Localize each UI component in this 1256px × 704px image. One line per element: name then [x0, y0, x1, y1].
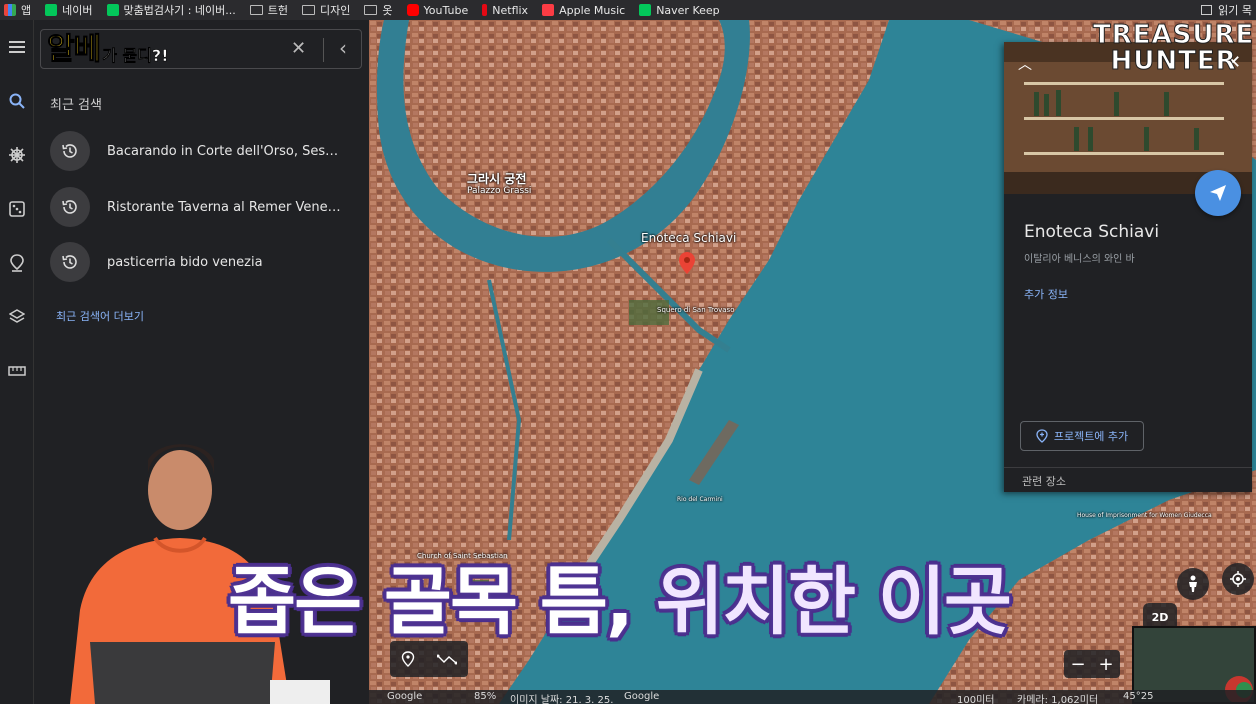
folder-icon: [364, 5, 378, 15]
map-label-palazzo-en: Palazzo Grassi: [467, 186, 532, 196]
bookmark-apple-music[interactable]: Apple Music: [542, 4, 625, 17]
status-attribution: Google: [624, 691, 660, 702]
voyager-icon[interactable]: [0, 140, 34, 170]
bookmark-folder-clothes[interactable]: 옷: [364, 2, 393, 18]
watermark-line1: TREASURE: [1092, 20, 1255, 50]
directions-button[interactable]: [1195, 170, 1241, 216]
zoom-control: − +: [1064, 650, 1120, 678]
street-view-pegman-icon[interactable]: [1177, 568, 1209, 600]
recent-search-item[interactable]: Bacarando in Corte dell'Orso, Sestier...: [50, 130, 360, 172]
screen: 앱 네이버 맞춤법검사기 : 네이버... 트헌 디자인 옷 YouTube N…: [0, 0, 1256, 704]
search-icon[interactable]: [0, 86, 34, 116]
chevron-up-icon[interactable]: ︿: [1018, 54, 1032, 74]
video-subtitle: 좁은 골목 틈, 위치한 이곳: [228, 559, 1012, 645]
bookmark-naver-keep[interactable]: Naver Keep: [639, 4, 720, 17]
bookmark-youtube[interactable]: YouTube: [406, 4, 468, 17]
status-imagery-date: 이미지 날짜: 21. 3. 25.: [510, 695, 614, 704]
status-scale: 100미터: [957, 695, 995, 704]
history-icon: [50, 242, 90, 282]
apps-grid-icon: [4, 4, 16, 16]
map-label-squero: Squero di San Trovaso: [657, 306, 735, 314]
add-to-project-button[interactable]: 프로젝트에 추가: [1020, 421, 1144, 451]
more-recent-searches-link[interactable]: 최근 검색어 더보기: [56, 308, 144, 324]
projects-icon[interactable]: [0, 248, 34, 278]
recent-search-label: Bacarando in Corte dell'Orso, Sestier...: [107, 143, 342, 159]
naver-icon: [106, 4, 119, 16]
bookmarks-bar: 앱 네이버 맞춤법검사기 : 네이버... 트헌 디자인 옷 YouTube N…: [0, 0, 1256, 20]
naver-icon: [45, 4, 58, 16]
bookmark-apps[interactable]: 앱: [4, 2, 31, 18]
layers-icon[interactable]: [0, 302, 34, 332]
zoom-in-button[interactable]: +: [1098, 654, 1113, 675]
subtitle-part1: 좁은 골목 틈,: [228, 559, 656, 645]
bookmark-netflix[interactable]: Netflix: [482, 4, 528, 17]
menu-icon[interactable]: [0, 32, 34, 62]
logo-sub-text: 가 묻디?!: [102, 46, 169, 65]
map-label-house: House of Imprisonment for Women Giudecca: [1077, 512, 1212, 519]
map-label-palazzo-ko: 그라시 궁전: [467, 172, 527, 186]
recent-search-item[interactable]: pasticerria bido venezia: [50, 241, 360, 283]
divider: [323, 38, 324, 62]
apple-music-icon: [542, 4, 555, 16]
recent-search-label: pasticerria bido venezia: [107, 254, 263, 270]
zoom-out-button[interactable]: −: [1070, 654, 1085, 675]
clear-search-icon[interactable]: ✕: [291, 38, 306, 59]
bookmark-spellcheck[interactable]: 맞춤법검사기 : 네이버...: [106, 2, 236, 18]
youtube-icon: [406, 4, 419, 16]
history-icon: [50, 187, 90, 227]
subtitle-part2: 위치한 이곳: [655, 559, 1012, 645]
logo-main-text: 알베: [46, 32, 101, 67]
related-places[interactable]: 관련 장소: [1004, 467, 1252, 492]
map-status-bar: Google 85% 이미지 날짜: 21. 3. 25. Google 100…: [369, 690, 1256, 704]
bookmark-folder-treasure[interactable]: 트헌: [249, 2, 288, 18]
search-box[interactable]: 알베 가 묻디?! ✕ ‹: [40, 29, 362, 69]
watermark-line2: HUNTER: [1110, 46, 1237, 76]
recent-search-title: 최근 검색: [50, 98, 102, 113]
location-pin-icon[interactable]: [679, 252, 695, 274]
place-subtitle: 이탈리아 베니스의 와인 바: [1024, 254, 1135, 265]
naver-keep-icon: [639, 4, 652, 16]
reading-list[interactable]: 읽기 목: [1201, 0, 1252, 20]
map-label-rio: Rio del Carmini: [677, 496, 723, 503]
add-placemark-icon[interactable]: [401, 651, 415, 667]
my-location-icon[interactable]: [1222, 563, 1254, 595]
map-label-place: Enoteca Schiavi: [641, 231, 737, 245]
add-pin-icon: [1036, 429, 1048, 443]
status-coordinates: 45°25: [1123, 691, 1154, 702]
status-google-logo: Google: [387, 691, 423, 702]
folder-icon: [249, 5, 263, 15]
treasure-hunter-watermark: TREASURE HUNTER: [1092, 20, 1255, 76]
status-camera-altitude: 카메라: 1,062미터: [1017, 695, 1099, 704]
bookmark-naver[interactable]: 네이버: [45, 2, 93, 18]
recent-search-item[interactable]: Ristorante Taverna al Remer Venezia...: [50, 186, 360, 228]
add-to-project-label: 프로젝트에 추가: [1053, 430, 1129, 443]
bookmark-folder-design[interactable]: 디자인: [302, 2, 350, 18]
chevron-left-icon[interactable]: ‹: [339, 36, 347, 60]
channel-logo: 알베 가 묻디?!: [46, 32, 169, 67]
send-icon: [1210, 185, 1226, 201]
draw-path-icon[interactable]: [437, 653, 457, 665]
ruler-icon[interactable]: [0, 356, 34, 386]
more-info-link[interactable]: 추가 정보: [1024, 286, 1068, 302]
netflix-icon: [482, 4, 488, 16]
history-icon: [50, 131, 90, 171]
random-dice-icon[interactable]: [0, 194, 34, 224]
place-card: ︿ ✕ Enoteca Schiavi 이탈리아 베니스의 와인 바 추가 정보…: [1004, 42, 1252, 492]
status-percent: 85%: [474, 691, 497, 702]
recent-search-label: Ristorante Taverna al Remer Venezia...: [107, 199, 342, 215]
reading-list-icon: [1201, 5, 1213, 15]
map-tools: [390, 641, 468, 677]
place-name: Enoteca Schiavi: [1024, 222, 1160, 242]
folder-icon: [302, 5, 316, 15]
